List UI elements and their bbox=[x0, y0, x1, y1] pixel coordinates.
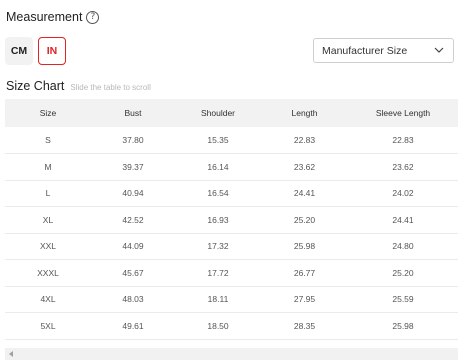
table-cell: 23.62 bbox=[293, 161, 316, 172]
unit-cm-button[interactable]: CM bbox=[5, 37, 33, 65]
size-chart-table: Size Bust Shoulder Length Sleeve Length … bbox=[5, 99, 458, 340]
table-cell: 24.41 bbox=[392, 214, 414, 225]
table-cell: 16.54 bbox=[207, 188, 229, 199]
table-cell: 15.35 bbox=[207, 135, 229, 145]
unit-in-button[interactable]: IN bbox=[38, 37, 66, 65]
table-cell: M bbox=[44, 161, 52, 172]
column-header-length: Length bbox=[291, 108, 318, 118]
table-cell: 45.67 bbox=[122, 267, 144, 278]
table-row: XXXL 45.67 17.72 26.77 25.20 bbox=[5, 260, 458, 286]
column-header-bust: Bust bbox=[124, 108, 142, 118]
table-body: S 37.80 15.35 22.83 22.83 M 39.37 16.14 23.62 23.… bbox=[5, 127, 458, 339]
table-cell: L bbox=[45, 188, 51, 199]
size-chart-title: Size Chart bbox=[6, 79, 65, 93]
table-cell: 42.52 bbox=[122, 214, 144, 225]
table-cell: 17.72 bbox=[207, 267, 229, 278]
table-cell: 25.59 bbox=[392, 294, 414, 305]
table-cell: 44.09 bbox=[122, 241, 144, 252]
measurement-header: Measurement ? bbox=[6, 9, 100, 25]
table-row: 5XL 49.61 18.50 28.35 25.98 bbox=[5, 313, 458, 339]
table-cell: XXL bbox=[39, 241, 57, 252]
table-row: XXL 44.09 17.32 25.98 24.80 bbox=[5, 233, 458, 260]
table-cell: 18.50 bbox=[207, 320, 229, 331]
table-row: 4XL 48.03 18.11 27.95 25.59 bbox=[5, 286, 458, 313]
table-cell: 25.20 bbox=[392, 267, 414, 278]
table-cell: 27.95 bbox=[293, 294, 316, 305]
scroll-left-arrow-icon[interactable] bbox=[9, 351, 13, 357]
table-cell: 16.93 bbox=[207, 214, 229, 225]
table-cell: 39.37 bbox=[122, 161, 144, 172]
table-cell: 5XL bbox=[40, 320, 56, 331]
table-cell: 48.03 bbox=[122, 294, 144, 305]
table-cell: 25.98 bbox=[392, 320, 414, 331]
table-cell: 4XL bbox=[40, 294, 56, 305]
table-cell: 22.83 bbox=[293, 135, 316, 145]
column-header-shoulder: Shoulder bbox=[200, 108, 236, 118]
scrollbar-thumb[interactable] bbox=[19, 350, 439, 358]
help-icon[interactable]: ? bbox=[86, 10, 100, 24]
table-cell: 40.94 bbox=[122, 188, 144, 199]
size-chart-header: Size Chart Slide the table to scroll bbox=[6, 79, 151, 93]
size-type-select[interactable]: Manufacturer Size bbox=[313, 38, 454, 63]
table-header-row: Size Bust Shoulder Length Sleeve Length bbox=[5, 99, 458, 127]
table-cell: 18.11 bbox=[207, 294, 229, 305]
chevron-down-icon bbox=[434, 47, 444, 53]
table-cell: 23.62 bbox=[392, 161, 414, 172]
size-type-select-value: Manufacturer Size bbox=[322, 44, 408, 57]
table-cell: 24.02 bbox=[392, 188, 414, 199]
table-cell: 28.35 bbox=[293, 320, 316, 331]
horizontal-scrollbar[interactable] bbox=[5, 348, 458, 360]
table-cell: XXXL bbox=[37, 267, 59, 278]
table-cell: 24.41 bbox=[293, 188, 316, 199]
column-header-size: Size bbox=[39, 108, 57, 118]
table-row: S 37.80 15.35 22.83 22.83 bbox=[5, 127, 458, 154]
table-cell: S bbox=[45, 135, 51, 145]
table-row: L 40.94 16.54 24.41 24.02 bbox=[5, 180, 458, 207]
table-cell: 49.61 bbox=[122, 320, 144, 331]
table-cell: 16.14 bbox=[207, 161, 229, 172]
table-row: M 39.37 16.14 23.62 23.62 bbox=[5, 154, 458, 180]
table-cell: 25.20 bbox=[293, 214, 316, 225]
scroll-hint: Slide the table to scroll bbox=[70, 83, 151, 92]
table-cell: 24.80 bbox=[392, 241, 414, 252]
column-header-sleeve-length: Sleeve Length bbox=[375, 108, 431, 118]
table-cell: 17.32 bbox=[207, 241, 229, 252]
table-cell: 22.83 bbox=[392, 135, 414, 145]
table-cell: XL bbox=[42, 214, 54, 225]
measurement-title: Measurement bbox=[6, 10, 83, 24]
table-row: XL 42.52 16.93 25.20 24.41 bbox=[5, 207, 458, 233]
size-chart-table-container[interactable]: Size Bust Shoulder Length Sleeve Length … bbox=[5, 99, 458, 341]
table-cell: 37.80 bbox=[122, 135, 144, 145]
table-cell: 25.98 bbox=[293, 241, 316, 252]
table-cell: 26.77 bbox=[293, 267, 316, 278]
